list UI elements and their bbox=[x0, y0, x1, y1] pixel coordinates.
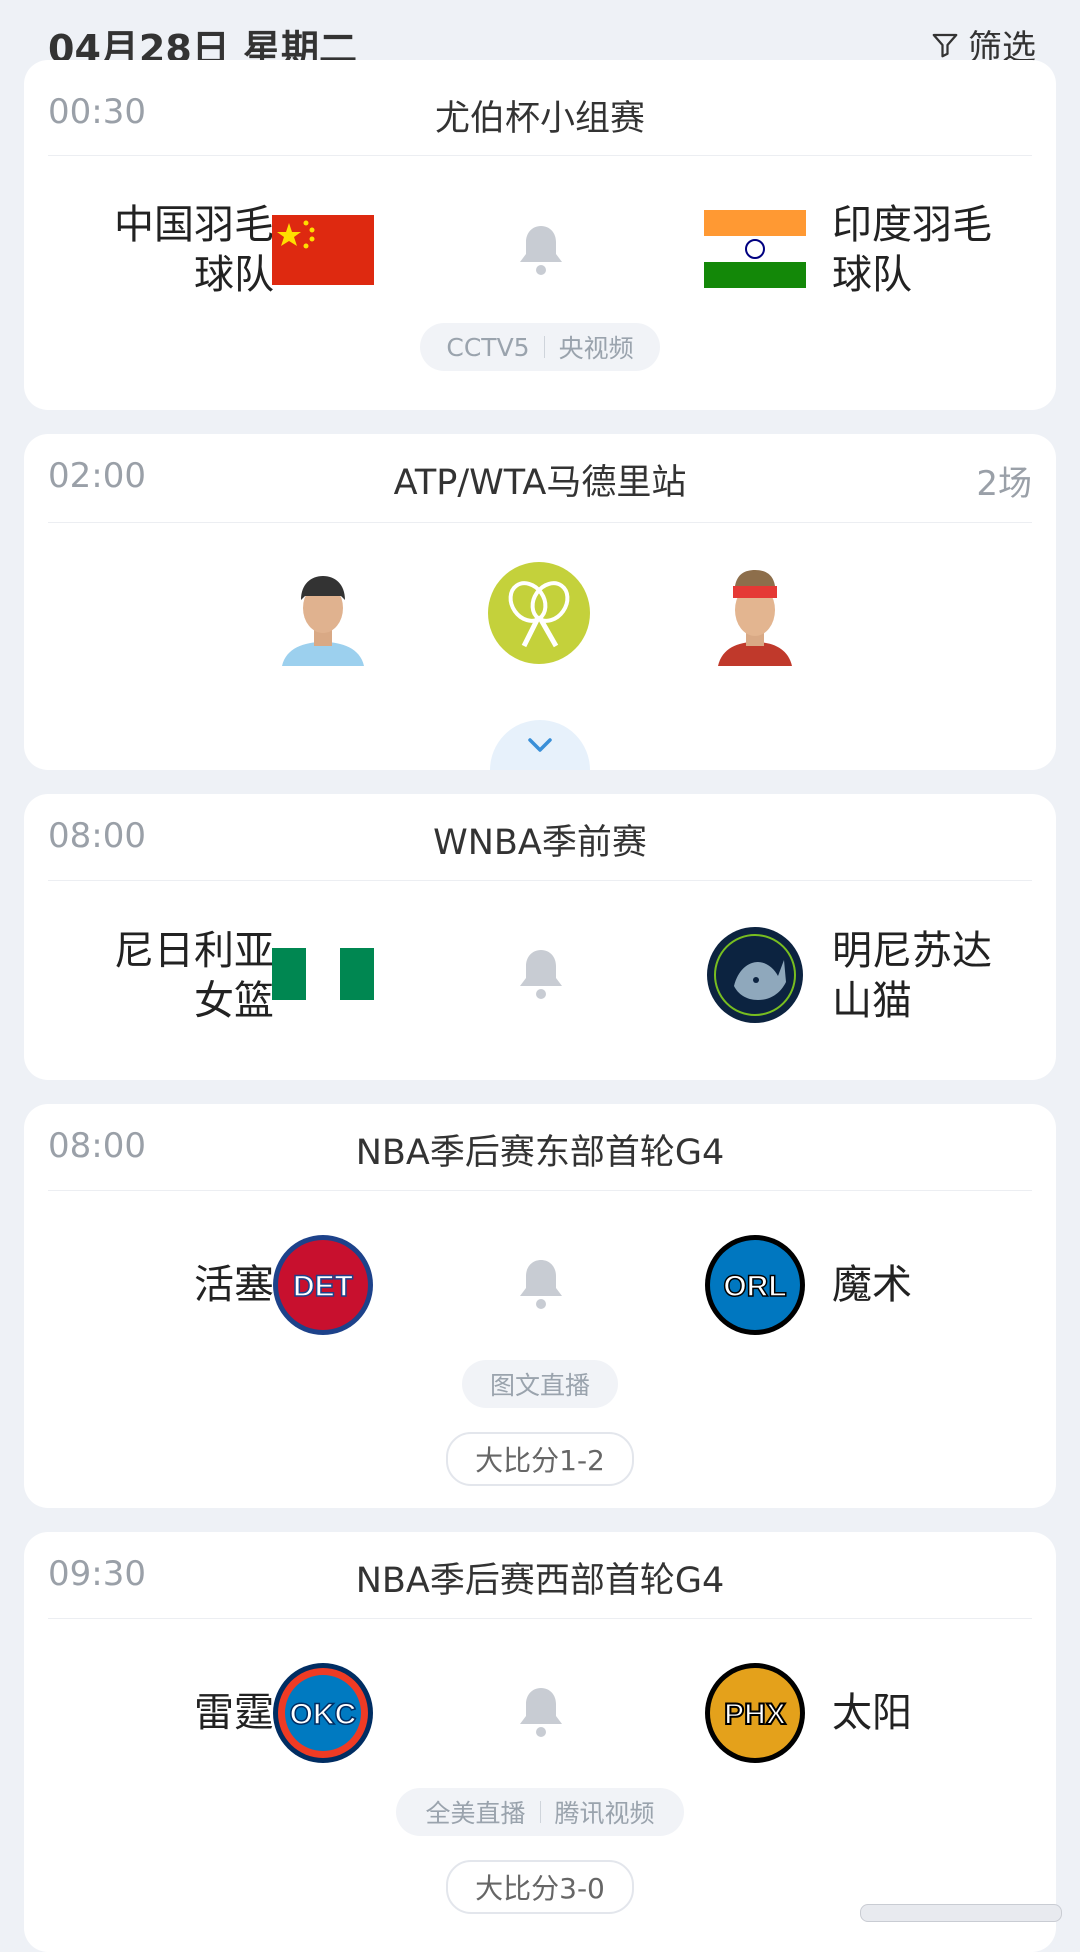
bell-icon[interactable] bbox=[516, 1256, 566, 1312]
channel-pill[interactable]: 图文直播 bbox=[462, 1360, 618, 1408]
away-team-name: 太阳 bbox=[832, 1690, 912, 1736]
home-team-name: 雷霆 bbox=[194, 1690, 274, 1736]
logo-text: PHX bbox=[724, 1698, 786, 1731]
divider bbox=[48, 880, 1032, 881]
match-card[interactable]: 09:30 NBA季后赛西部首轮G4 雷霆 OKC PHX 太阳 全美直播 腾讯… bbox=[24, 1532, 1056, 1952]
league-name: 尤伯杯小组赛 bbox=[434, 99, 645, 139]
india-flag-icon bbox=[704, 210, 806, 288]
phx-logo-icon: PHX bbox=[705, 1663, 805, 1763]
card-header: 08:00 WNBA季前赛 bbox=[24, 794, 1056, 880]
horizontal-scrollbar[interactable] bbox=[860, 1904, 1062, 1922]
china-flag-icon bbox=[272, 215, 374, 285]
channel-pill[interactable]: 全美直播 腾讯视频 bbox=[396, 1788, 684, 1836]
match-card[interactable]: 00:30 尤伯杯小组赛 中国羽毛 球队 印度羽毛 球队 CCTV5 央视频 bbox=[24, 60, 1056, 410]
bell-icon[interactable] bbox=[516, 946, 566, 1002]
nigeria-flag-icon bbox=[272, 948, 374, 1000]
away-team-name: 明尼苏达 山猫 bbox=[832, 928, 992, 1024]
chevron-down-icon bbox=[528, 738, 552, 752]
channel-pill[interactable]: CCTV5 央视频 bbox=[420, 323, 660, 371]
series-score: 大比分3-0 bbox=[446, 1860, 634, 1914]
league-name: ATP/WTA马德里站 bbox=[393, 463, 687, 503]
expand-button[interactable] bbox=[490, 720, 590, 770]
match-card[interactable]: 02:00 ATP/WTA马德里站 2场 bbox=[24, 434, 1056, 770]
card-header: 00:30 尤伯杯小组赛 bbox=[24, 70, 1056, 156]
bell-icon[interactable] bbox=[516, 1684, 566, 1740]
separator bbox=[539, 1801, 541, 1823]
logo-text: OKC bbox=[290, 1698, 357, 1731]
lynx-logo-icon bbox=[707, 927, 803, 1023]
series-score: 大比分1-2 bbox=[446, 1432, 634, 1486]
bell-icon[interactable] bbox=[516, 222, 566, 278]
divider bbox=[48, 155, 1032, 156]
match-card[interactable]: 08:00 NBA季后赛东部首轮G4 活塞 DET ORL 魔术 图文直播 大比… bbox=[24, 1104, 1056, 1508]
home-team-name: 尼日利亚 女篮 bbox=[114, 928, 274, 1024]
league-name: WNBA季前赛 bbox=[433, 823, 647, 863]
channel-label: CCTV5 bbox=[446, 332, 530, 362]
channel-label: 央视频 bbox=[558, 334, 634, 363]
league-name: NBA季后赛西部首轮G4 bbox=[355, 1561, 725, 1601]
card-header: 08:00 NBA季后赛东部首轮G4 bbox=[24, 1104, 1056, 1190]
away-team-name: 魔术 bbox=[832, 1262, 912, 1308]
orl-logo-icon: ORL bbox=[705, 1235, 805, 1335]
det-logo-icon: DET bbox=[273, 1235, 373, 1335]
tennis-icon bbox=[488, 562, 590, 664]
league-name: NBA季后赛东部首轮G4 bbox=[355, 1133, 725, 1173]
logo-text: DET bbox=[293, 1270, 353, 1303]
channel-label: 全美直播 bbox=[425, 1799, 526, 1828]
player-photo-icon bbox=[272, 564, 374, 666]
divider bbox=[48, 1618, 1032, 1619]
separator bbox=[543, 336, 545, 358]
home-team-name: 活塞 bbox=[194, 1262, 274, 1308]
channel-label: 图文直播 bbox=[489, 1371, 590, 1400]
match-count: 2场 bbox=[976, 464, 1032, 504]
logo-text: ORL bbox=[723, 1270, 786, 1303]
okc-logo-icon: OKC bbox=[273, 1663, 373, 1763]
player-photo-icon bbox=[704, 564, 806, 666]
divider bbox=[48, 522, 1032, 523]
away-team-name: 印度羽毛 球队 bbox=[832, 202, 992, 298]
divider bbox=[48, 1190, 1032, 1191]
filter-icon bbox=[932, 33, 958, 57]
home-team-name: 中国羽毛 球队 bbox=[114, 202, 274, 298]
channel-label: 腾讯视频 bbox=[554, 1799, 655, 1828]
match-card[interactable]: 08:00 WNBA季前赛 尼日利亚 女篮 明尼苏达 山猫 bbox=[24, 794, 1056, 1080]
card-header: 02:00 ATP/WTA马德里站 2场 bbox=[24, 434, 1056, 520]
card-header: 09:30 NBA季后赛西部首轮G4 bbox=[24, 1532, 1056, 1618]
